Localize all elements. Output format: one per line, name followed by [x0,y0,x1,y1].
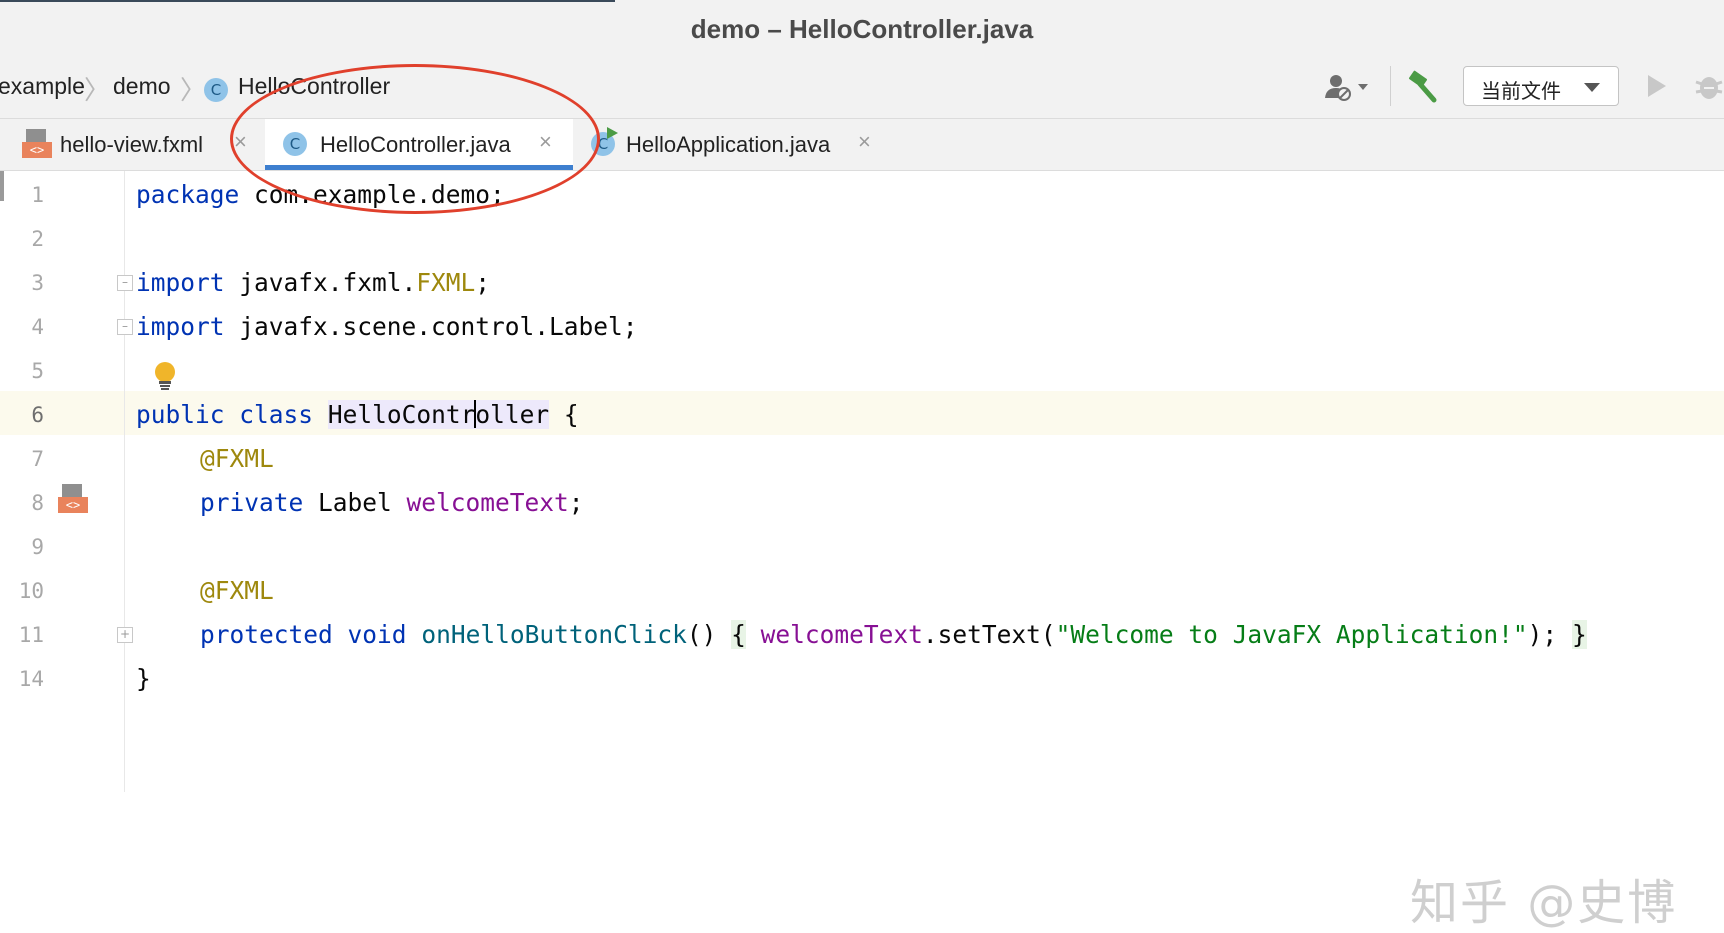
active-tab-indicator [265,165,573,170]
code-line-7: @FXML [200,444,274,473]
fxml-navigation-icon[interactable]: <> [58,484,88,514]
breadcrumb-separator: 〉 [84,70,110,107]
tab-label: hello-view.fxml [60,132,203,158]
class-name-highlight: HelloController [328,400,549,429]
chevron-down-icon [1583,81,1601,93]
line-number: 1 [0,183,44,207]
hammer-icon[interactable] [1406,70,1440,104]
line-number: 3 [0,271,44,295]
fold-marker[interactable]: – [117,319,133,335]
line-number: 4 [0,315,44,339]
line-number: 14 [0,667,44,691]
tab-hello-controller-java[interactable]: C HelloController.java × [265,119,573,170]
run-icon[interactable] [1645,72,1669,100]
window-top-strip [0,0,615,2]
tab-label: HelloApplication.java [626,132,830,158]
window-title: demo – HelloController.java [0,14,1724,45]
tab-label: HelloController.java [320,132,511,158]
navigation-bar: example 〉 demo 〉 C HelloController 当前文件 [0,56,1724,119]
line-number: 11 [0,623,44,647]
debug-icon[interactable] [1694,70,1724,102]
code-line-10: @FXML [200,576,274,605]
class-icon: C [283,132,307,156]
breadcrumb-item-example[interactable]: example [0,73,85,100]
line-number: 9 [0,535,44,559]
expand-marker[interactable]: + [117,627,133,643]
title-bar: demo – HelloController.java [0,0,1724,56]
line-number: 10 [0,579,44,603]
line-number: 7 [0,447,44,471]
toolbar-divider [1390,66,1391,106]
close-icon[interactable]: × [234,129,247,155]
line-number: 2 [0,227,44,251]
code-line-4: import javafx.scene.control.Label; [136,312,638,341]
run-config-select[interactable]: 当前文件 [1463,66,1619,106]
code-line-11: protected void onHelloButtonClick() { we… [200,620,1587,649]
line-number: 5 [0,359,44,383]
user-icon[interactable] [1322,72,1372,102]
code-line-3: import javafx.fxml.FXML; [136,268,490,297]
breadcrumb-item-hellocontroller[interactable]: HelloController [238,73,390,100]
fold-marker[interactable]: – [117,275,133,291]
fxml-file-icon: <> [22,129,52,159]
code-line-1: package com.example.demo; [136,180,505,209]
breadcrumb-separator: 〉 [180,70,206,107]
code-line-6: public class HelloController { [136,400,579,429]
run-class-icon: C [591,132,615,156]
code-line-8: private Label welcomeText; [200,488,584,517]
tab-hello-application-java[interactable]: C HelloApplication.java × [573,119,893,170]
run-config-label: 当前文件 [1481,75,1561,104]
breadcrumb-class-icon: C [204,74,228,102]
tab-hello-view-fxml[interactable]: <> hello-view.fxml × [0,119,265,170]
line-number: 6 [0,403,44,427]
close-icon[interactable]: × [539,129,552,155]
lightbulb-icon[interactable] [152,361,178,396]
line-number: 8 [0,491,44,515]
close-icon[interactable]: × [858,129,871,155]
code-line-14: } [136,664,151,693]
editor-tab-bar: <> hello-view.fxml × C HelloController.j… [0,119,1724,171]
editor-gutter [0,171,125,792]
watermark: 知乎 @史博 [1410,863,1677,933]
code-editor[interactable]: 1 2 3 4 5 6 7 8 9 10 11 14 – – + <> pack… [0,171,1724,792]
breadcrumb-item-demo[interactable]: demo [113,73,171,100]
